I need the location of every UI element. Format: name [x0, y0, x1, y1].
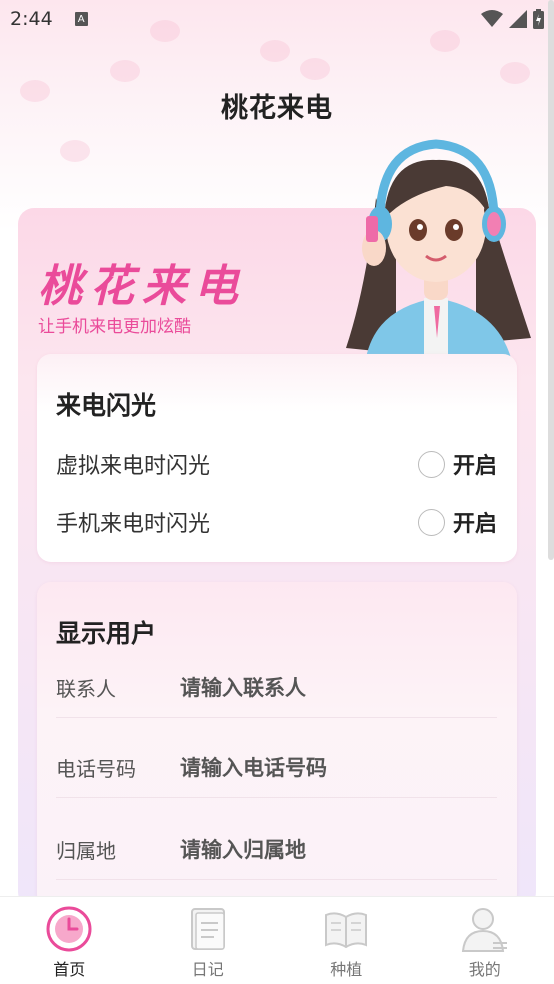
- sim-icon: A: [74, 12, 88, 26]
- person-icon: [461, 908, 507, 952]
- girl-with-headphones-illustration: [346, 139, 531, 358]
- field-label: 电话号码: [56, 757, 136, 781]
- tab-label: 我的: [468, 960, 501, 979]
- flash-row-virtual-call: 虚拟来电时闪光 开启: [56, 444, 497, 484]
- field-label: 归属地: [56, 839, 116, 863]
- tab-label: 首页: [53, 960, 86, 979]
- brand-slogan: 让手机来电更加炫酷: [38, 317, 191, 337]
- phone-field-row: 电话号码: [56, 738, 497, 798]
- contact-input[interactable]: [180, 675, 497, 700]
- location-field-row: 归属地: [56, 820, 497, 880]
- page-title: 桃花来电: [221, 93, 333, 124]
- brand-title: 桃花来电: [38, 261, 246, 312]
- phone-call-flash-toggle[interactable]: 开启: [417, 506, 497, 538]
- user-card-title: 显示用户: [56, 619, 157, 648]
- battery-icon: [533, 9, 544, 29]
- flash-card: 来电闪光 虚拟来电时闪光 开启 手机来电时闪光 开启: [37, 354, 517, 562]
- tab-home[interactable]: 首页: [0, 897, 139, 984]
- clock-icon: [46, 906, 92, 952]
- status-time: 2:44: [10, 8, 53, 30]
- flash-row-phone-call: 手机来电时闪光 开启: [56, 502, 497, 542]
- radio-button[interactable]: [417, 508, 445, 536]
- contact-field-row: 联系人: [56, 658, 497, 718]
- tab-label: 种植: [330, 960, 363, 979]
- user-card: 显示用户 联系人 电话号码 归属地: [37, 582, 517, 908]
- flash-row-label: 手机来电时闪光: [56, 512, 211, 537]
- signal-icon: [509, 10, 527, 28]
- scrollbar[interactable]: [548, 0, 554, 560]
- status-bar: 2:44 A: [0, 0, 554, 38]
- radio-button[interactable]: [417, 450, 445, 478]
- location-input[interactable]: [180, 837, 497, 862]
- book-icon: [325, 912, 368, 949]
- bottom-tab-bar: 首页 日记 种植 我的: [0, 896, 554, 984]
- flash-row-label: 虚拟来电时闪光: [56, 454, 211, 479]
- tab-diary[interactable]: 日记: [139, 897, 278, 984]
- flash-state-label: 开启: [452, 454, 497, 479]
- tab-label: 日记: [191, 960, 224, 979]
- flash-card-title: 来电闪光: [56, 391, 157, 420]
- virtual-call-flash-toggle[interactable]: 开启: [417, 448, 497, 480]
- notebook-icon: [190, 908, 225, 950]
- tab-planting[interactable]: 种植: [277, 897, 416, 984]
- flash-state-label: 开启: [452, 512, 497, 537]
- wifi-icon: [481, 10, 503, 27]
- phone-number-input[interactable]: [180, 755, 497, 780]
- field-label: 联系人: [56, 677, 116, 701]
- tab-mine[interactable]: 我的: [416, 897, 554, 984]
